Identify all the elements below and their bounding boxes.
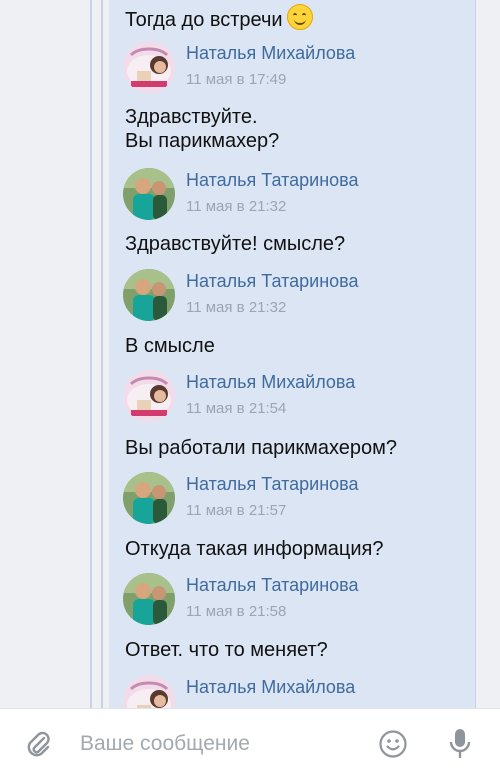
message-text: Ответ. что то меняет?	[125, 639, 328, 661]
microphone-icon[interactable]	[446, 727, 474, 761]
message-text: Здравствуйте. Вы парикмахер?	[125, 106, 280, 152]
paperclip-icon[interactable]	[24, 729, 52, 759]
avatar[interactable]	[123, 168, 175, 220]
message-time: 11 мая в 21:32	[186, 198, 287, 215]
thread-line	[90, 0, 92, 708]
message-time: 11 мая в 17:49	[186, 71, 287, 88]
avatar[interactable]	[123, 573, 175, 625]
author-name[interactable]: Наталья Татаринова	[186, 474, 359, 495]
message-time: 11 мая в 21:54	[186, 400, 287, 417]
avatar[interactable]	[123, 472, 175, 524]
message-input[interactable]	[78, 727, 372, 761]
author-name[interactable]: Наталья Татаринова	[186, 271, 359, 292]
author-name[interactable]: Наталья Михайлова	[186, 677, 355, 698]
avatar[interactable]	[123, 41, 175, 93]
avatar[interactable]	[123, 370, 175, 422]
message-time: 11 мая в 21:32	[186, 299, 287, 316]
message-text: Здравствуйте! смысле?	[125, 233, 346, 255]
message-text: Тогда до встречи	[125, 4, 313, 32]
message-text: В смысле	[125, 335, 215, 357]
message-author-row[interactable]: Наталья Татаринова 11 мая в 21:32	[123, 269, 473, 323]
chat-area: Тогда до встречи Наталья Михайлова 11 ма…	[0, 0, 500, 708]
message-text: Вы работали парикмахером?	[125, 437, 398, 459]
message-author-row[interactable]: Наталья Татаринова 11 мая в 21:58	[123, 573, 473, 627]
message-author-row[interactable]: Наталья Татаринова 11 мая в 21:32	[123, 168, 473, 222]
message-time: 11 мая в 21:57	[186, 502, 287, 519]
avatar[interactable]	[123, 675, 175, 708]
thread-line	[101, 0, 103, 708]
message-author-row[interactable]: Наталья Михайлова	[123, 675, 473, 708]
author-name[interactable]: Наталья Татаринова	[186, 170, 359, 191]
emoji-icon[interactable]	[378, 729, 408, 759]
message-composer	[0, 708, 500, 777]
author-name[interactable]: Наталья Михайлова	[186, 372, 355, 393]
message-author-row[interactable]: Наталья Михайлова 11 мая в 21:54	[123, 370, 473, 424]
message-author-row[interactable]: Наталья Михайлова 11 мая в 17:49	[123, 41, 473, 95]
author-name[interactable]: Наталья Татаринова	[186, 575, 359, 596]
smile-emoji-icon	[286, 4, 313, 30]
message-text: Откуда такая информация?	[125, 538, 384, 560]
avatar[interactable]	[123, 269, 175, 321]
author-name[interactable]: Наталья Михайлова	[186, 43, 355, 64]
message-time: 11 мая в 21:58	[186, 603, 287, 620]
message-author-row[interactable]: Наталья Татаринова 11 мая в 21:57	[123, 472, 473, 526]
